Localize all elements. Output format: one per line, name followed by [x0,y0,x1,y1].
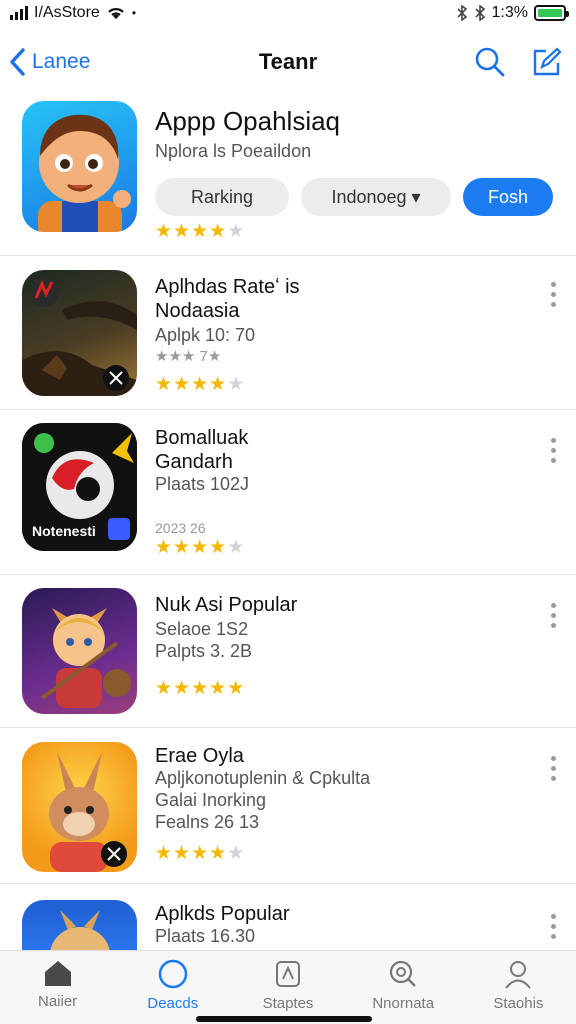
featured-rating: ★ ★ ★ ★ ★ [155,222,244,241]
country-dropdown[interactable]: Indonoeɡ ▾ [301,178,451,216]
app-title: Aplkds Popular [155,903,290,925]
star-icon: ★ [191,221,209,242]
star-icon: ★ [227,374,245,395]
app-row[interactable]: Erae Oyla Apljkonotuplenin & Cpkulta Gal… [0,728,576,884]
ranking-filter-button[interactable]: Rarking [155,178,289,216]
star-icon: ★ [155,843,173,864]
app-row[interactable]: Notenesti Bomalluak Gandarh Plaats 102J … [0,410,576,575]
star-icon: ★ [155,221,173,242]
featured-subtitle: Nplora ls Poeaildon [155,141,312,161]
battery-icon [534,5,569,21]
circle-icon [158,959,188,989]
back-label: Lanee [32,50,91,73]
search-icon [390,960,417,987]
star-icon: ★ [173,843,191,864]
more-options-icon[interactable] [551,282,556,307]
star-icon: ★ [173,537,191,558]
tab-home[interactable]: Naiier [0,951,115,1024]
featured-app: Appp Opahlsiaq Nplora ls Poeaildon Rarki… [0,96,576,256]
app-row[interactable]: Nuk Asi Popular Selaoe 1S2 Palpts 3. 2B … [0,575,576,728]
app-icon-1[interactable] [22,270,137,396]
apps-icon [276,961,300,987]
landscape-art-icon [22,277,137,396]
fresh-button[interactable]: Fosh [463,178,553,216]
app-meta: Apljkonotuplenin & Cpkulta [155,768,371,788]
app-icon-4[interactable] [22,742,137,872]
app-meta-2: Palpts 3. 2B [155,641,253,661]
featured-title: Appp Opahlsiaq [155,106,341,136]
more-options-icon[interactable] [551,914,556,939]
app-meta-2: Galai Inorking [155,790,267,810]
app-rating: ★ ★ ★ ★ ★ [155,679,244,698]
star-icon: ★ [191,678,209,699]
home-indicator [196,1016,372,1022]
more-options-icon[interactable] [551,438,556,463]
app-tiny: 2023 26 [155,520,206,536]
star-icon: ★ [173,221,191,242]
clock: 1:3% [491,4,528,21]
home-icon [44,961,71,986]
app-icon-3[interactable] [22,588,137,714]
compose-icon[interactable] [530,46,562,78]
carrier-label: I/AsStore [34,4,100,21]
star-icon: ★ [209,221,227,242]
more-options-icon[interactable] [551,756,556,781]
app-title: Erae Oyla [155,745,244,767]
star-icon: ★ [227,221,245,242]
app-title: Nuk Asi Popular [155,594,298,616]
app-icon-2[interactable]: Notenesti [22,423,137,551]
star-icon: ★ [155,537,173,558]
app-title: Aplhdas Rateʻ is Nodaasia [155,276,300,322]
star-icon: ★ [155,678,173,699]
star-icon: ★ [191,843,209,864]
person-icon [505,961,532,989]
cartoon-boy-icon [38,114,131,232]
app-meta: Plaats 102J [155,474,250,494]
app-row[interactable]: Aplhdas Rateʻ is Nodaasia Aplpk 10: 70 ★… [0,257,576,410]
app-tiny: ★★★ 7★ [155,348,222,365]
navigation-bar: Lanee Teanr [0,34,576,90]
tab-active[interactable]: Deacds [115,951,230,1024]
star-icon: ★ [155,374,173,395]
dot-icon: • [131,6,137,20]
app-meta: Selaoe 1S2 [155,619,249,639]
more-options-icon[interactable] [551,603,556,628]
search-icon[interactable] [474,46,506,78]
app-meta: Plaats 16.30 [155,926,256,946]
filter-bar: Rarking Indonoeɡ ▾ Fosh [155,178,553,216]
app-meta: Aplpk 10: 70 [155,325,256,345]
app-row[interactable]: Aplkds Popular Plaats 16.30 [0,884,576,960]
star-icon: ★ [227,843,245,864]
bluetooth-icon [456,5,467,21]
status-bar: I/AsStore • 1:3% [0,0,576,26]
star-icon: ★ [227,678,245,699]
star-icon: ★ [191,374,209,395]
signal-icon [10,6,28,20]
chevron-left-icon [10,48,25,76]
star-icon: ★ [173,374,191,395]
app-meta-3: Fealns 26 13 [155,812,260,832]
star-icon: ★ [209,678,227,699]
tab-profile[interactable]: Staohis [461,951,576,1024]
fox-warrior-icon [40,608,131,708]
app-rating: ★ ★ ★ ★ ★ [155,375,244,394]
star-icon: ★ [173,678,191,699]
star-icon: ★ [209,374,227,395]
tab-apps[interactable]: Staptes [230,951,345,1024]
star-icon: ★ [227,537,245,558]
app-rating: ★ ★ ★ ★ ★ [155,538,244,557]
app-rating: ★ ★ ★ ★ ★ [155,844,244,863]
star-icon: ★ [209,537,227,558]
bluetooth-icon-2 [474,5,485,21]
back-button[interactable]: Lanee [8,47,90,77]
tab-bar: Naiier Deacds Staptes Nnornata Staohis [0,950,576,1024]
app-icon-label: Notenesti [32,523,96,539]
rabbit-character-icon [49,752,127,872]
wifi-icon [108,8,124,19]
star-icon: ★ [191,537,209,558]
star-icon: ★ [209,843,227,864]
app-icon-featured[interactable] [22,101,137,232]
tab-search[interactable]: Nnornata [346,951,461,1024]
app-title: Bomalluak Gandarh [155,427,249,473]
